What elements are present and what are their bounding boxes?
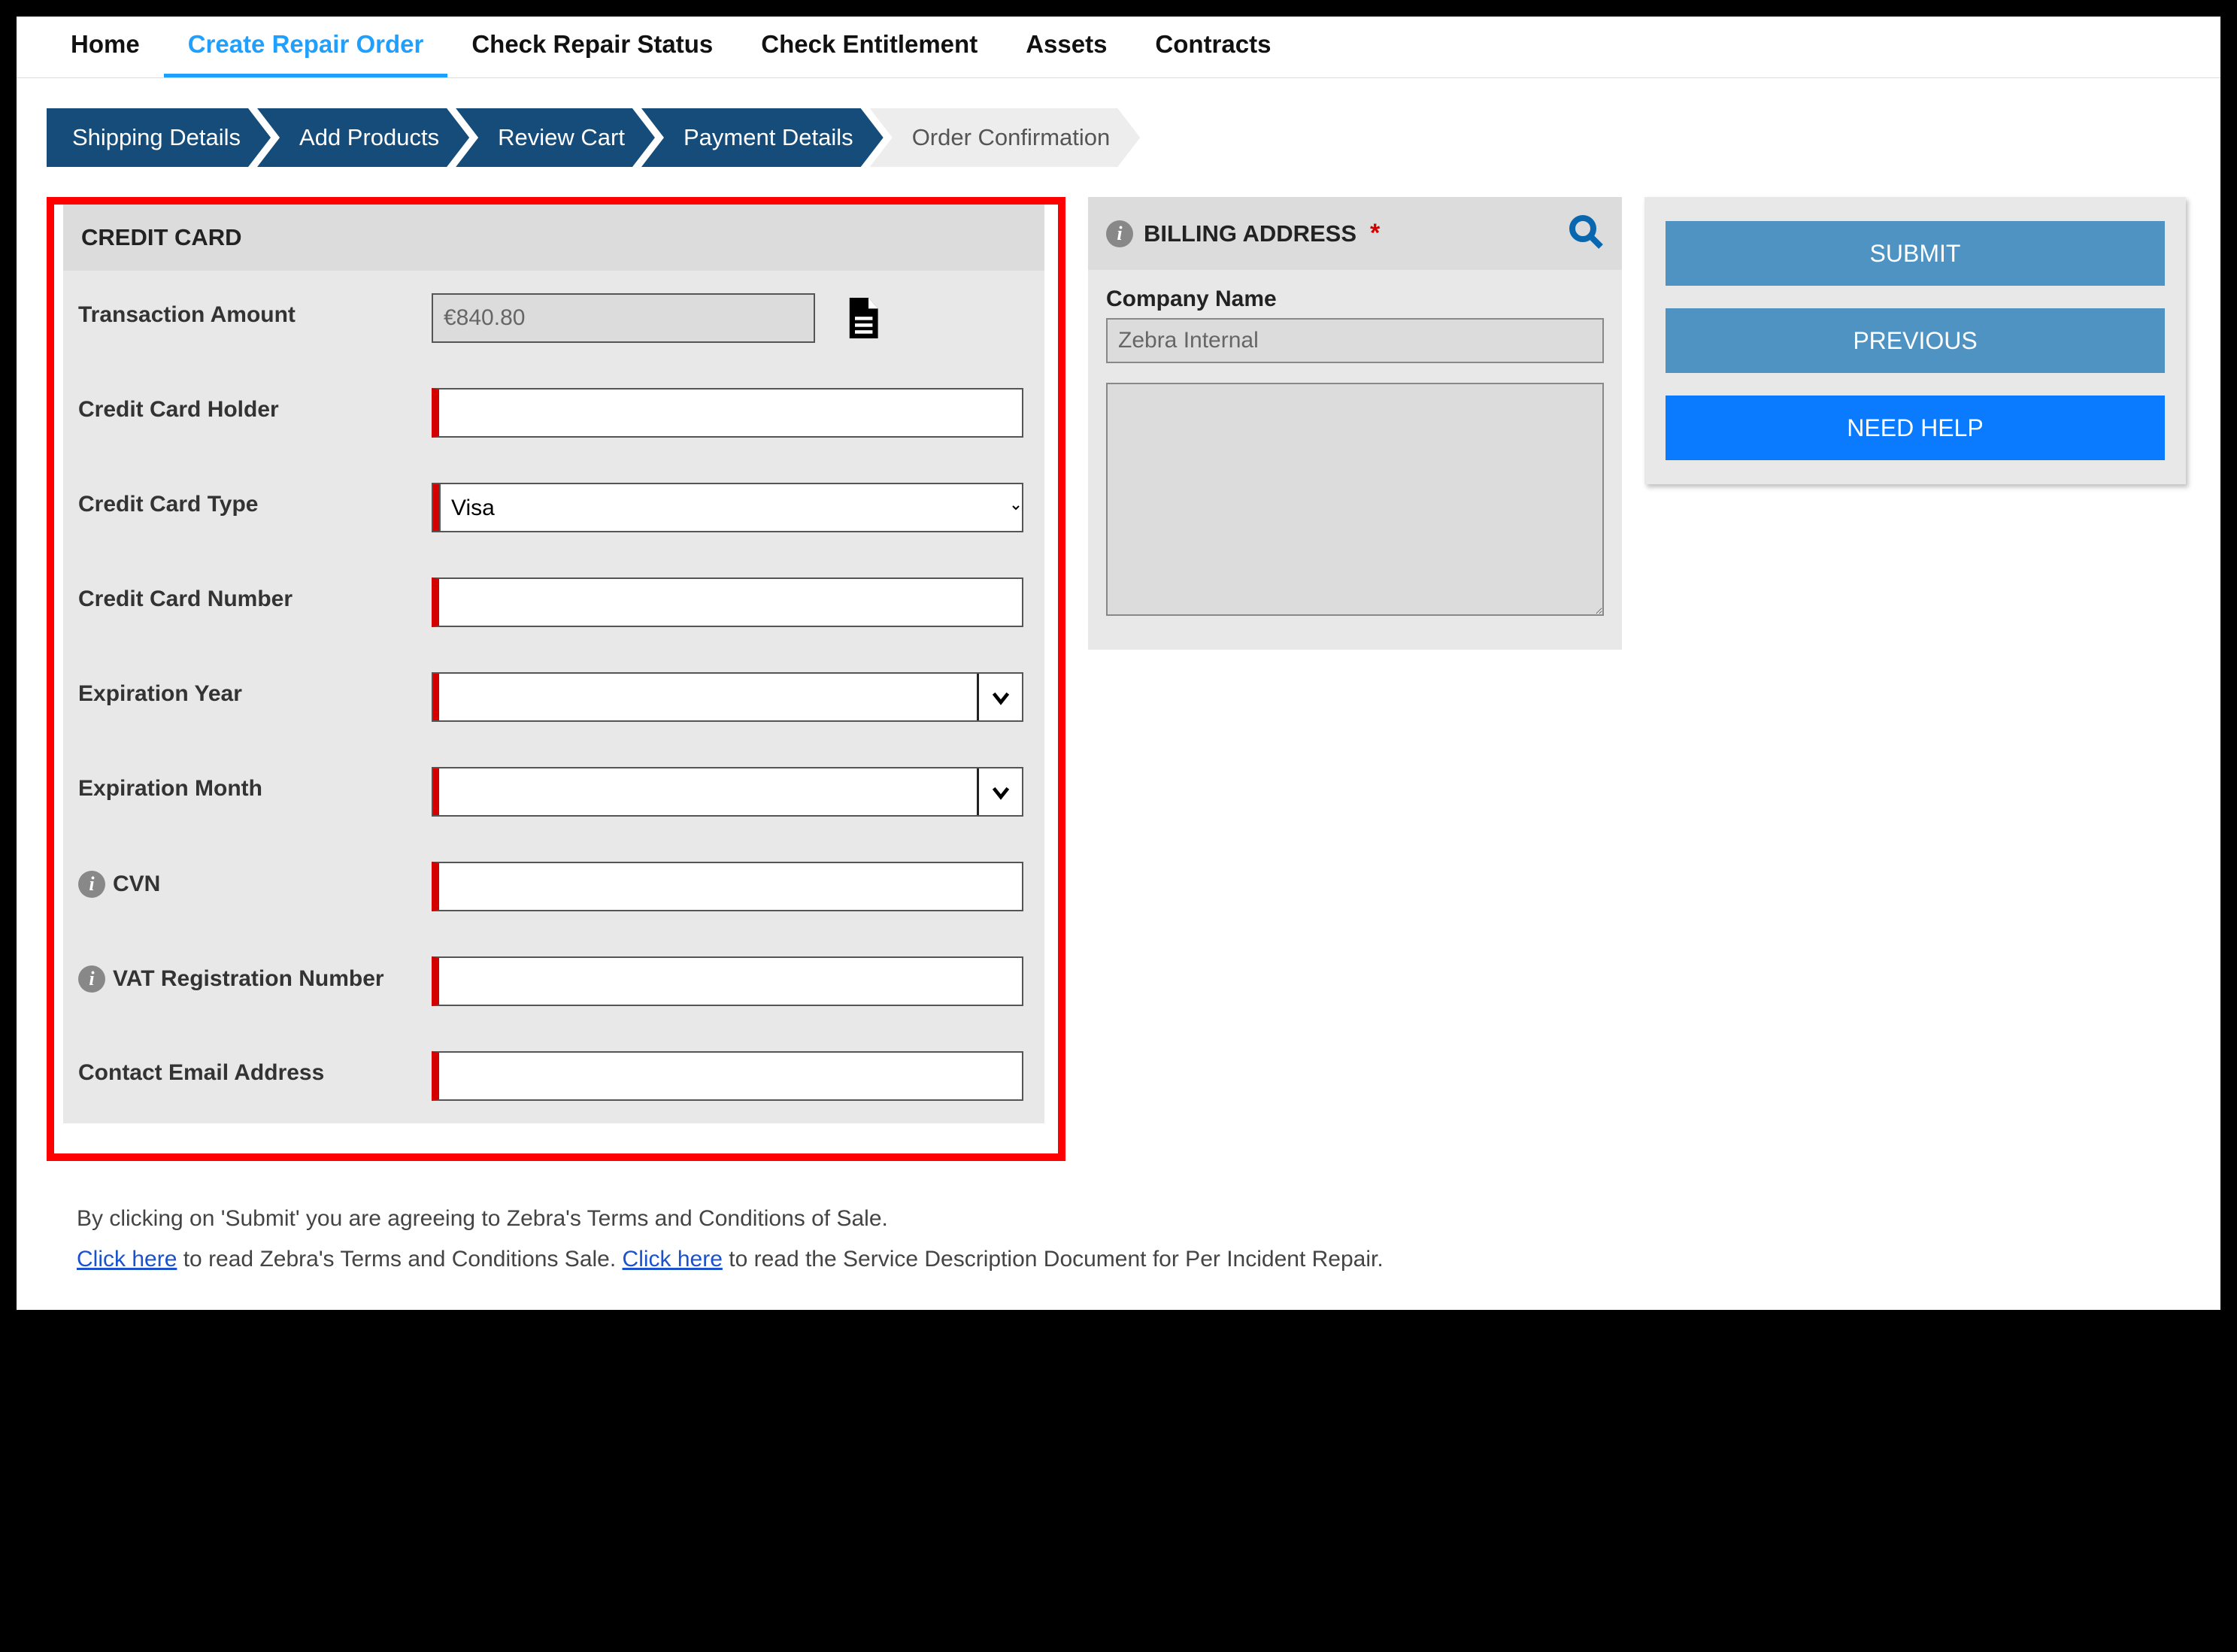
terms-link-1[interactable]: Click here (77, 1247, 177, 1272)
top-nav: Home Create Repair Order Check Repair St… (17, 17, 2220, 78)
exp-month-select[interactable] (432, 767, 1023, 817)
info-icon[interactable]: i (78, 965, 105, 993)
required-indicator (433, 674, 439, 720)
info-icon[interactable]: i (78, 871, 105, 898)
exp-year-select[interactable] (432, 672, 1023, 722)
label-exp-year: Expiration Year (78, 672, 432, 708)
nav-create-repair-order[interactable]: Create Repair Order (164, 17, 448, 77)
terms-footer: By clicking on 'Submit' you are agreeing… (17, 1161, 2220, 1280)
chevron-down-icon (977, 674, 1022, 720)
step-order-confirmation: Order Confirmation (870, 108, 1141, 167)
contact-email-input[interactable] (432, 1051, 1023, 1101)
search-icon[interactable] (1568, 214, 1604, 253)
required-indicator (432, 483, 439, 532)
label-transaction-amount: Transaction Amount (78, 293, 432, 329)
nav-assets[interactable]: Assets (1002, 17, 1131, 77)
card-number-input[interactable] (432, 577, 1023, 627)
previous-button[interactable]: PREVIOUS (1666, 308, 2165, 373)
vat-input[interactable] (432, 956, 1023, 1006)
actions-panel: SUBMIT PREVIOUS NEED HELP (1644, 197, 2186, 484)
nav-check-entitlement[interactable]: Check Entitlement (737, 17, 1002, 77)
nav-contracts[interactable]: Contracts (1131, 17, 1295, 77)
credit-card-panel: CREDIT CARD Transaction Amount Credit Ca… (63, 205, 1044, 1123)
step-payment-details[interactable]: Payment Details (641, 108, 884, 167)
step-add-products[interactable]: Add Products (257, 108, 469, 167)
required-asterisk: * (1370, 219, 1380, 248)
terms-link-2[interactable]: Click here (623, 1247, 723, 1272)
info-icon[interactable]: i (1106, 220, 1133, 247)
need-help-button[interactable]: NEED HELP (1666, 396, 2165, 460)
billing-address-panel: i BILLING ADDRESS * Company Name (1088, 197, 1622, 650)
label-exp-month: Expiration Month (78, 767, 432, 802)
label-company-name: Company Name (1106, 286, 1604, 312)
chevron-down-icon (977, 768, 1022, 815)
label-cvn: CVN (113, 871, 160, 898)
cvn-input[interactable] (432, 862, 1023, 911)
terms-text-2: to read the Service Description Document… (723, 1247, 1384, 1272)
label-vat: VAT Registration Number (113, 966, 384, 993)
credit-card-highlight: CREDIT CARD Transaction Amount Credit Ca… (47, 197, 1065, 1161)
submit-button[interactable]: SUBMIT (1666, 221, 2165, 286)
label-card-holder: Credit Card Holder (78, 388, 432, 423)
billing-address-textarea[interactable] (1106, 383, 1604, 616)
transaction-amount-field (432, 293, 815, 343)
label-card-type: Credit Card Type (78, 483, 432, 518)
credit-card-header: CREDIT CARD (63, 205, 1044, 271)
step-review-cart[interactable]: Review Cart (456, 108, 655, 167)
nav-check-repair-status[interactable]: Check Repair Status (447, 17, 737, 77)
terms-text-1: to read Zebra's Terms and Conditions Sal… (177, 1247, 622, 1272)
step-shipping-details[interactable]: Shipping Details (47, 108, 271, 167)
card-holder-input[interactable] (432, 388, 1023, 438)
billing-address-header: BILLING ADDRESS (1144, 220, 1356, 247)
company-name-field (1106, 318, 1604, 363)
terms-line-1: By clicking on 'Submit' you are agreeing… (77, 1199, 2160, 1239)
label-email: Contact Email Address (78, 1051, 432, 1087)
card-type-select[interactable]: Visa (439, 483, 1023, 532)
document-icon[interactable] (845, 298, 878, 338)
step-breadcrumb: Shipping Details Add Products Review Car… (47, 108, 2220, 167)
required-indicator (433, 768, 439, 815)
nav-home[interactable]: Home (47, 17, 164, 77)
label-card-number: Credit Card Number (78, 577, 432, 613)
